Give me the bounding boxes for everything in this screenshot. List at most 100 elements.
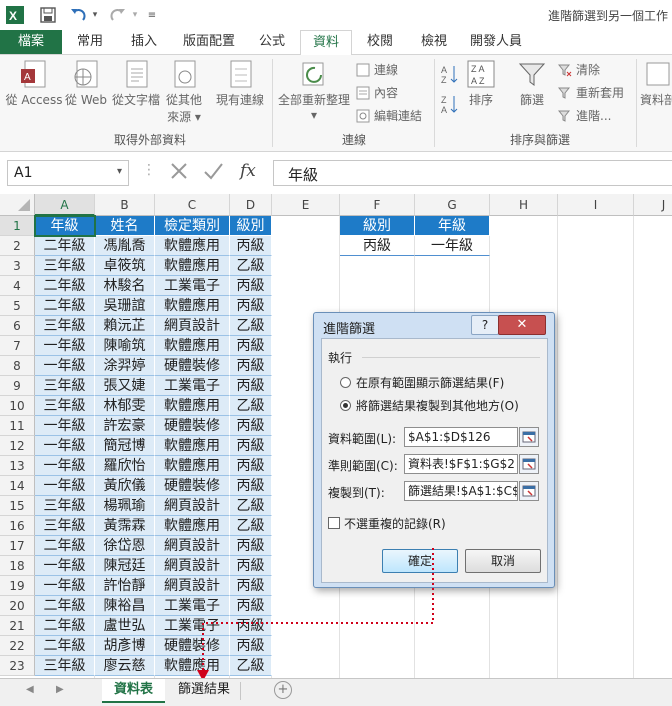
table-cell[interactable]: 盧世弘 — [95, 616, 155, 636]
table-cell[interactable]: 工業電子 — [155, 276, 230, 296]
tab-formulas[interactable]: 公式 — [252, 30, 292, 54]
row-header-18[interactable]: 18 — [0, 556, 35, 576]
table-cell[interactable]: 二年級 — [35, 596, 95, 616]
table-cell[interactable]: 丙級 — [230, 356, 272, 376]
table-cell[interactable]: 三年級 — [35, 376, 95, 396]
table-cell[interactable]: 二年級 — [35, 296, 95, 316]
row-header-14[interactable]: 14 — [0, 476, 35, 496]
table-cell[interactable]: 一年級 — [35, 456, 95, 476]
row-header-11[interactable]: 11 — [0, 416, 35, 436]
table-cell[interactable]: 三年級 — [35, 656, 95, 676]
row-header-13[interactable]: 13 — [0, 456, 35, 476]
unique-records-checkbox[interactable] — [328, 517, 340, 529]
table-cell[interactable]: 丙級 — [230, 416, 272, 436]
table-cell[interactable]: 乙級 — [230, 516, 272, 536]
sort-button[interactable]: Z AA Z 排序 — [462, 59, 500, 108]
table-cell[interactable]: 徐岱恩 — [95, 536, 155, 556]
properties-button[interactable]: 內容 — [356, 84, 398, 101]
table-cell[interactable]: 乙級 — [230, 396, 272, 416]
table-cell[interactable]: 硬體裝修 — [155, 476, 230, 496]
row-header-3[interactable]: 3 — [0, 256, 35, 276]
table-cell[interactable]: 吳珊誼 — [95, 296, 155, 316]
row-header-16[interactable]: 16 — [0, 516, 35, 536]
table-cell[interactable]: 丙級 — [230, 536, 272, 556]
table-cell[interactable]: 黃霈霖 — [95, 516, 155, 536]
table-cell[interactable]: 一年級 — [35, 556, 95, 576]
table-cell[interactable]: 廖云慈 — [95, 656, 155, 676]
column-header-C[interactable]: C — [155, 194, 230, 216]
filter-button[interactable]: 篩選 — [512, 59, 552, 108]
table-cell[interactable]: 丙級 — [230, 336, 272, 356]
edit-links-button[interactable]: 編輯連結 — [356, 107, 422, 124]
collapse-dialog-icon[interactable] — [519, 481, 539, 501]
table-cell[interactable]: 羅欣怡 — [95, 456, 155, 476]
row-header-9[interactable]: 9 — [0, 376, 35, 396]
column-header-E[interactable]: E — [272, 194, 340, 216]
table-cell[interactable]: 工業電子 — [155, 596, 230, 616]
criteria-cell[interactable]: 丙級 — [340, 236, 415, 256]
table-cell[interactable]: 二年級 — [35, 536, 95, 556]
table-cell[interactable]: 陳冠廷 — [95, 556, 155, 576]
table-cell[interactable]: 簡冠博 — [95, 436, 155, 456]
table-cell[interactable]: 楊珮瑜 — [95, 496, 155, 516]
from-access-button[interactable]: A 從 Access — [4, 59, 64, 108]
text-to-columns-button[interactable]: 資料剖 — [640, 59, 672, 108]
table-cell[interactable]: 乙級 — [230, 496, 272, 516]
table-cell[interactable]: 許宏豪 — [95, 416, 155, 436]
sort-descending-button[interactable]: ZA — [440, 93, 460, 115]
from-web-button[interactable]: 從 Web — [64, 59, 108, 108]
tab-insert[interactable]: 插入 — [124, 30, 164, 54]
table-cell[interactable]: 軟體應用 — [155, 396, 230, 416]
table-cell[interactable]: 陳裕昌 — [95, 596, 155, 616]
table-header-cell[interactable]: 檢定類別 — [155, 216, 230, 236]
tab-developer[interactable]: 開發人員 — [464, 30, 528, 54]
close-button[interactable]: ✕ — [498, 315, 546, 335]
table-cell[interactable]: 丙級 — [230, 636, 272, 656]
tab-file[interactable]: 檔案 — [0, 30, 62, 54]
table-header-cell[interactable]: 級別 — [230, 216, 272, 236]
help-button[interactable]: ? — [471, 315, 499, 335]
table-cell[interactable]: 丙級 — [230, 296, 272, 316]
column-header-F[interactable]: F — [340, 194, 415, 216]
table-cell[interactable]: 三年級 — [35, 396, 95, 416]
table-cell[interactable]: 硬體裝修 — [155, 636, 230, 656]
table-cell[interactable]: 胡彥博 — [95, 636, 155, 656]
tab-page-layout[interactable]: 版面配置 — [178, 30, 240, 54]
table-cell[interactable]: 丙級 — [230, 436, 272, 456]
scroll-right-icon[interactable]: ▶ — [56, 684, 64, 695]
radio-copy-to-location[interactable] — [340, 400, 351, 411]
row-header-20[interactable]: 20 — [0, 596, 35, 616]
tab-review[interactable]: 校閱 — [360, 30, 400, 54]
row-header-10[interactable]: 10 — [0, 396, 35, 416]
table-cell[interactable]: 一年級 — [35, 356, 95, 376]
table-cell[interactable]: 一年級 — [35, 476, 95, 496]
table-cell[interactable]: 軟體應用 — [155, 256, 230, 276]
criteria-range-input[interactable]: 資料表!$F$1:$G$2 — [404, 454, 518, 474]
table-cell[interactable]: 張又婕 — [95, 376, 155, 396]
row-header-19[interactable]: 19 — [0, 576, 35, 596]
from-other-sources-button[interactable]: 從其他 來源 ▾ — [162, 59, 206, 125]
column-header-J[interactable]: J — [634, 194, 672, 216]
table-cell[interactable]: 軟體應用 — [155, 456, 230, 476]
table-cell[interactable]: 三年級 — [35, 316, 95, 336]
scroll-left-icon[interactable]: ◀ — [26, 684, 34, 695]
chevron-down-icon[interactable]: ▾ — [117, 166, 122, 177]
table-cell[interactable]: 二年級 — [35, 616, 95, 636]
from-text-button[interactable]: 從文字檔 — [110, 59, 162, 108]
table-cell[interactable]: 一年級 — [35, 576, 95, 596]
table-cell[interactable]: 網頁設計 — [155, 556, 230, 576]
column-header-A[interactable]: A — [35, 194, 95, 216]
column-header-B[interactable]: B — [95, 194, 155, 216]
table-cell[interactable]: 工業電子 — [155, 376, 230, 396]
table-cell[interactable]: 二年級 — [35, 276, 95, 296]
table-cell[interactable]: 三年級 — [35, 256, 95, 276]
option-copy-to-location[interactable]: 將篩選結果複製到其他地方(O) — [356, 397, 519, 414]
row-header-4[interactable]: 4 — [0, 276, 35, 296]
criteria-header-cell[interactable]: 年級 — [415, 216, 490, 236]
sort-ascending-button[interactable]: AZ — [440, 63, 460, 85]
unique-records-label[interactable]: 不選重複的記錄(R) — [344, 515, 446, 532]
row-header-12[interactable]: 12 — [0, 436, 35, 456]
tab-view[interactable]: 檢視 — [414, 30, 454, 54]
table-cell[interactable]: 卓筱筑 — [95, 256, 155, 276]
row-header-8[interactable]: 8 — [0, 356, 35, 376]
